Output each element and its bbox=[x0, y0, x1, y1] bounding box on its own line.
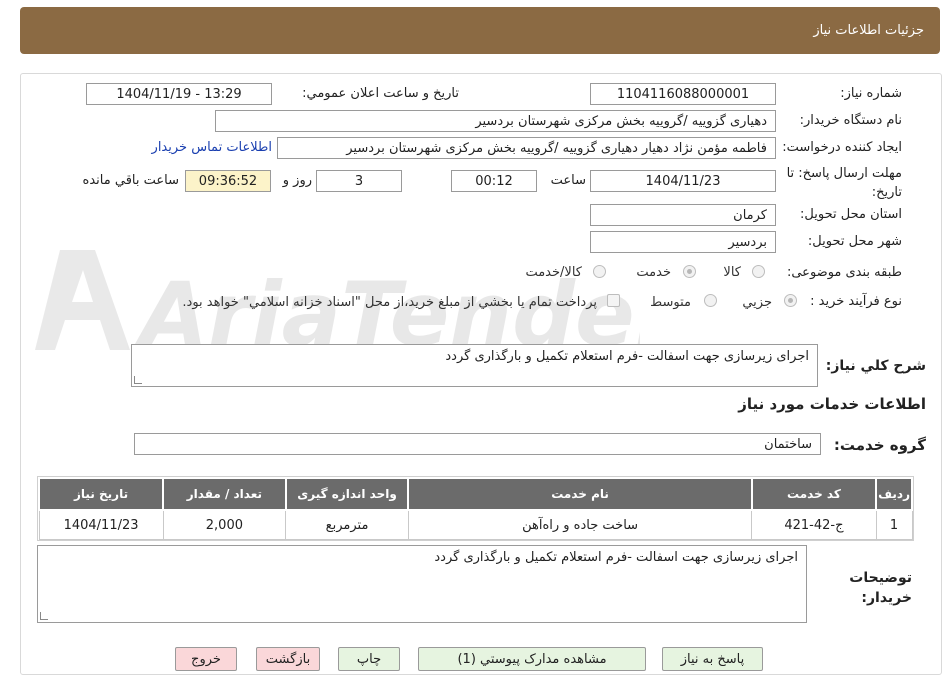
reply-button[interactable]: پاسخ به نياز bbox=[662, 647, 763, 671]
buyer-org-field: دهیاری گزوییه /گروییه بخش مرکزی شهرستان … bbox=[215, 110, 776, 132]
remaining-label: ساعت باقي مانده bbox=[82, 173, 179, 188]
cell-service-name: ساخت جاده و راه‌آهن bbox=[407, 509, 753, 540]
buyer-notes-text: اجرای زیرسازی جهت اسفالت -فرم استعلام تک… bbox=[434, 550, 798, 565]
category-goods-label: کالا bbox=[723, 265, 741, 280]
process-type-label: نوع فرآيند خريد : bbox=[810, 294, 902, 309]
announce-field: 1404/11/19 - 13:29 bbox=[86, 83, 272, 105]
buyer-org-label: نام دستگاه خريدار: bbox=[799, 113, 902, 128]
cell-service-code: ج-42-421 bbox=[751, 509, 877, 540]
col-header-row-number: رديف bbox=[875, 477, 913, 511]
process-medium-label: متوسط bbox=[650, 295, 691, 310]
category-both-label: کالا/خدمت bbox=[525, 265, 582, 280]
back-button[interactable]: بازگشت bbox=[256, 647, 320, 671]
summary-textarea: اجرای زیرسازی جهت اسفالت -فرم استعلام تک… bbox=[131, 344, 818, 387]
need-number-label: شماره نیاز: bbox=[840, 86, 902, 101]
province-field: کرمان bbox=[590, 204, 776, 226]
col-header-service-code: کد خدمت bbox=[750, 477, 878, 511]
treasury-checkbox[interactable] bbox=[607, 294, 620, 307]
treasury-note: پرداخت تمام يا بخشي از مبلغ خريد،از محل … bbox=[182, 295, 597, 310]
col-header-service-name: نام خدمت bbox=[407, 477, 753, 511]
need-number-field: 1104116088000001 bbox=[590, 83, 776, 105]
resize-grip-icon[interactable] bbox=[134, 376, 142, 384]
table-header-row: رديف کد خدمت نام خدمت واحد اندازه گيری ت… bbox=[37, 477, 913, 511]
view-attachments-button[interactable]: مشاهده مدارک پيوستي (1) bbox=[418, 647, 646, 671]
announce-label: تاریخ و ساعت اعلان عمومي: bbox=[302, 86, 459, 101]
col-header-unit: واحد اندازه گيری bbox=[284, 477, 410, 511]
page-title: جزئیات اطلاعات نیاز bbox=[813, 23, 924, 38]
category-goods-radio[interactable] bbox=[752, 265, 765, 278]
print-button[interactable]: چاپ bbox=[338, 647, 400, 671]
province-label: استان محل تحويل: bbox=[800, 207, 902, 222]
process-minor-radio[interactable] bbox=[784, 294, 797, 307]
deadline-time-label: ساعت bbox=[550, 173, 586, 188]
category-label: طبقه بندی موضوعی: bbox=[786, 265, 902, 280]
process-minor-label: جزيي bbox=[742, 295, 772, 310]
process-medium-radio[interactable] bbox=[704, 294, 717, 307]
cell-need-date: 1404/11/23 bbox=[38, 509, 164, 540]
services-section-title: اطلاعات خدمات مورد نياز bbox=[738, 395, 926, 413]
days-label: روز و bbox=[282, 173, 312, 188]
category-service-label: خدمت bbox=[636, 265, 671, 280]
cell-unit: مترمربع bbox=[285, 509, 409, 540]
service-group-label: گروه خدمت: bbox=[833, 436, 926, 454]
services-table: رديف کد خدمت نام خدمت واحد اندازه گيری ت… bbox=[37, 476, 914, 541]
city-label: شهر محل تحويل: bbox=[807, 234, 902, 249]
col-header-quantity: تعداد / مقدار bbox=[162, 477, 287, 511]
cell-row-number: 1 bbox=[875, 509, 913, 540]
city-field: بردسیر bbox=[590, 231, 776, 253]
category-service-radio[interactable] bbox=[683, 265, 696, 278]
days-field: 3 bbox=[316, 170, 402, 192]
requester-field: فاطمه مؤمن نژاد دهیار دهیاری گزوییه /گرو… bbox=[277, 137, 776, 159]
col-header-need-date: تاريخ نياز bbox=[37, 477, 165, 511]
summary-text: اجرای زیرسازی جهت اسفالت -فرم استعلام تک… bbox=[445, 349, 809, 364]
table-row: 1 ج-42-421 ساخت جاده و راه‌آهن مترمربع 2… bbox=[38, 509, 913, 540]
deadline-date-field: 1404/11/23 bbox=[590, 170, 776, 192]
cell-quantity: 2,000 bbox=[162, 509, 287, 540]
requester-label: ايجاد کننده درخواست: bbox=[782, 140, 902, 155]
buyer-notes-label: توضيحات خريدار: bbox=[849, 570, 912, 606]
service-group-field: ساختمان bbox=[134, 433, 821, 455]
remaining-time-field: 09:36:52 bbox=[185, 170, 271, 192]
deadline-time-field: 00:12 bbox=[451, 170, 537, 192]
deadline-label: مهلت ارسال پاسخ: تا تاريخ: bbox=[786, 166, 902, 200]
buyer-notes-textarea: اجرای زیرسازی جهت اسفالت -فرم استعلام تک… bbox=[37, 545, 807, 623]
category-both-radio[interactable] bbox=[593, 265, 606, 278]
exit-button[interactable]: خروج bbox=[175, 647, 237, 671]
buyer-contact-link[interactable]: اطلاعات تماس خريدار bbox=[152, 137, 272, 159]
summary-label: شرح کلي نياز: bbox=[825, 358, 926, 374]
page-header: جزئیات اطلاعات نیاز bbox=[20, 7, 940, 54]
notes-resize-grip-icon[interactable] bbox=[40, 612, 48, 620]
